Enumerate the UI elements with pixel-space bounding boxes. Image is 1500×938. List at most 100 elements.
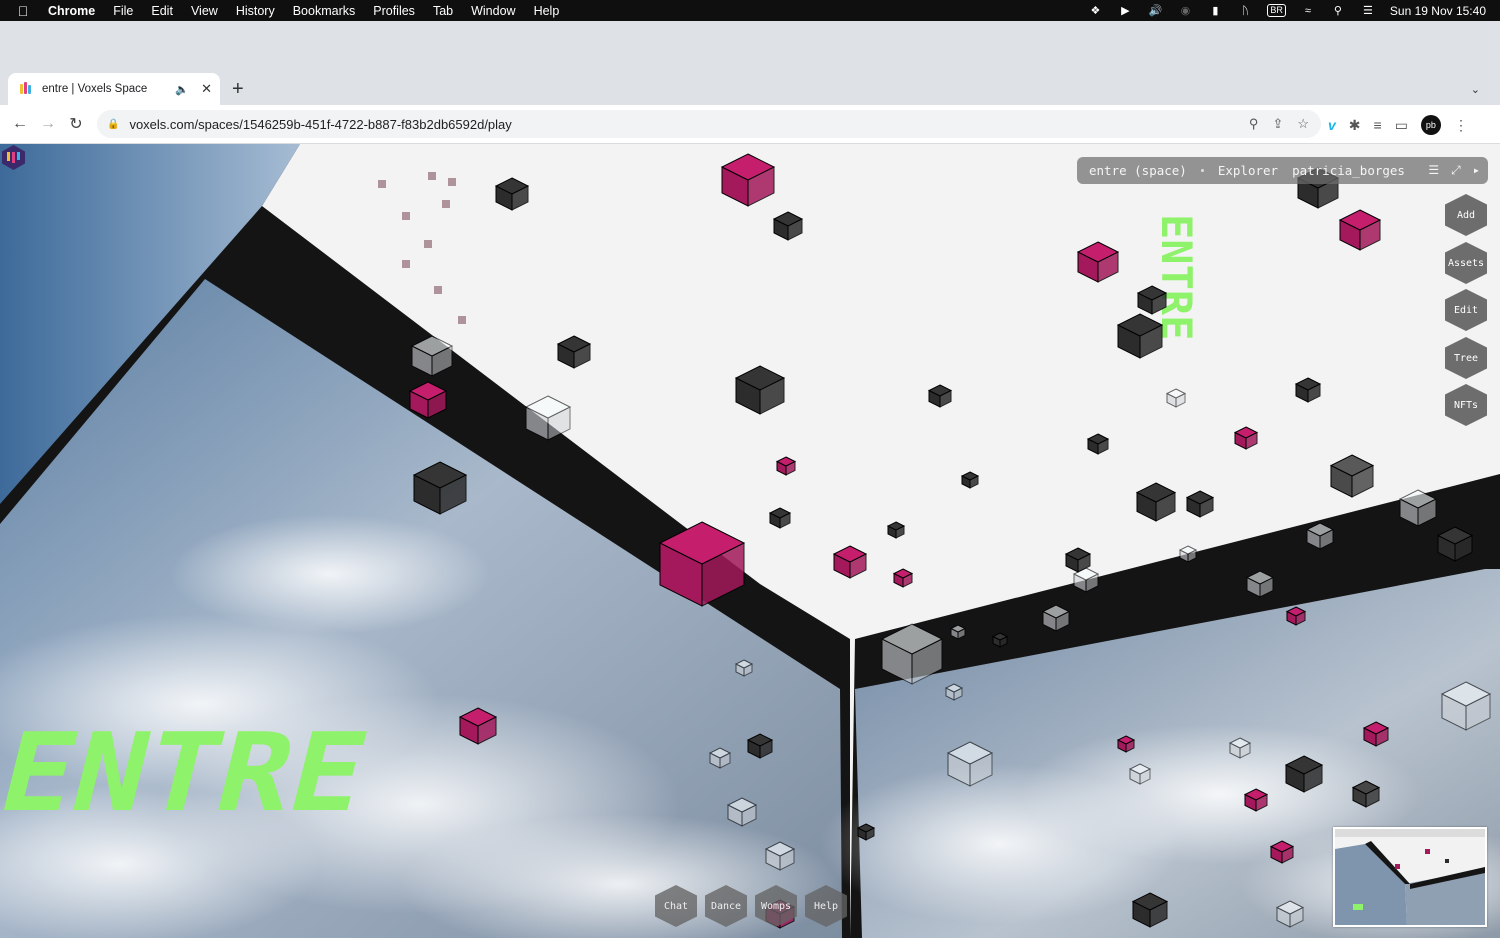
battery-icon[interactable]: ▮ — [1207, 5, 1223, 17]
ghost-cube[interactable] — [944, 683, 964, 701]
menu-app-name[interactable]: Chrome — [46, 4, 104, 18]
zoom-icon[interactable]: ⚲ — [1249, 116, 1259, 132]
forward-arrow-icon[interactable]: → — [34, 115, 62, 133]
ghost-cube[interactable] — [1128, 763, 1152, 785]
voxel-cube[interactable] — [856, 823, 876, 841]
particle — [434, 286, 442, 294]
settings-sliders-icon[interactable]: ☰ — [1428, 163, 1439, 178]
menu-help[interactable]: Help — [525, 4, 569, 18]
particle — [424, 240, 432, 248]
sign-entre-ceiling: ENTRE — [1152, 214, 1201, 340]
tab-title: entre | Voxels Space — [42, 83, 148, 95]
extensions-area: v ✱ ≡ ▭ pb ⋮ — [1328, 115, 1468, 135]
voxel-cube[interactable] — [1116, 735, 1136, 753]
menubar-status-area: ❖ ▶ 🔊 ◉ ▮ ᚢ BR ≈ ⚲ ☰ Sun 19 Nov 15:40 — [1087, 0, 1486, 21]
voxel-cube[interactable] — [892, 568, 914, 588]
particle — [448, 178, 456, 186]
bluetooth-icon[interactable]: ᚢ — [1237, 5, 1253, 17]
menubar-clock[interactable]: Sun 19 Nov 15:40 — [1390, 4, 1486, 18]
chat-button[interactable]: Chat — [655, 885, 697, 927]
voxel-cube[interactable] — [1086, 433, 1110, 455]
volume-icon[interactable]: 🔊 — [1147, 5, 1163, 17]
particle — [402, 212, 410, 220]
particle — [402, 260, 410, 268]
sign-entre-left: ENTRE — [0, 711, 380, 836]
menu-history[interactable]: History — [227, 4, 284, 18]
menu-bookmarks[interactable]: Bookmarks — [284, 4, 365, 18]
voxel-cube[interactable] — [775, 456, 797, 476]
fullscreen-icon[interactable]: ⤢ — [1451, 163, 1461, 178]
voxels-3d-viewport[interactable]: ENTRE ENTRE entre (space) Explorer patri… — [0, 144, 1500, 938]
puzzle-extensions-icon[interactable]: ✱ — [1349, 117, 1361, 134]
menu-window[interactable]: Window — [462, 4, 524, 18]
voxels-logo-icon[interactable] — [0, 144, 27, 171]
menu-file[interactable]: File — [104, 4, 142, 18]
tab-audio-icon[interactable]: 🔈 — [175, 83, 189, 96]
play-icon[interactable]: ▶ — [1117, 5, 1133, 17]
tab-search-chevron-icon[interactable]: ⌄ — [1471, 83, 1480, 96]
owner-name[interactable]: patricia_borges — [1292, 163, 1405, 178]
voxel-cube[interactable] — [960, 471, 980, 489]
voxel-cube[interactable] — [1269, 840, 1295, 864]
space-name[interactable]: entre (space) — [1089, 163, 1187, 178]
dropbox-icon[interactable]: ❖ — [1087, 5, 1103, 17]
help-button[interactable]: Help — [805, 885, 847, 927]
back-arrow-icon[interactable]: ← — [6, 115, 34, 133]
voxel-cube[interactable] — [886, 521, 906, 539]
ghost-cube[interactable] — [708, 747, 732, 769]
voxel-cube[interactable] — [768, 507, 792, 529]
browser-toolbar: ← → ↻ 🔒 voxels.com/spaces/1546259b-451f-… — [0, 105, 1500, 144]
particle — [458, 316, 466, 324]
ghost-cube[interactable] — [1228, 737, 1252, 759]
womps-button[interactable]: Womps — [755, 885, 797, 927]
ghost-cube[interactable] — [1165, 388, 1187, 408]
ghost-cube[interactable] — [734, 659, 754, 677]
ghost-cube[interactable] — [949, 624, 967, 640]
control-center-icon[interactable]: ☰ — [1360, 5, 1376, 17]
tab-close-icon[interactable]: ✕ — [201, 81, 212, 97]
voxel-cube[interactable] — [1243, 788, 1269, 812]
minimap-thumbnail — [1335, 829, 1485, 925]
input-source-badge[interactable]: BR — [1267, 4, 1286, 17]
voxels-favicon-icon — [20, 82, 34, 96]
side-panel-icon[interactable]: ▭ — [1395, 117, 1408, 134]
vimeo-extension-icon[interactable]: v — [1328, 117, 1336, 133]
dance-button[interactable]: Dance — [705, 885, 747, 927]
menu-view[interactable]: View — [182, 4, 227, 18]
apple-icon[interactable]:  — [0, 3, 46, 19]
separator-dot — [1200, 169, 1204, 172]
particle — [378, 180, 386, 188]
minimap-preview[interactable] — [1333, 827, 1487, 927]
browser-tab-active[interactable]: entre | Voxels Space 🔈 ✕ — [8, 73, 220, 105]
ghost-cube[interactable] — [1178, 545, 1198, 563]
reading-list-icon[interactable]: ≡ — [1374, 117, 1382, 133]
bookmark-star-icon[interactable]: ☆ — [1297, 116, 1309, 132]
voxel-cube[interactable] — [1233, 426, 1259, 450]
voxel-cube[interactable] — [991, 632, 1009, 648]
voxel-cube[interactable] — [1285, 606, 1307, 626]
spotlight-search-icon[interactable]: ⚲ — [1330, 5, 1346, 17]
scene-canvas[interactable]: ENTRE ENTRE — [0, 144, 1500, 938]
voxel-cube[interactable] — [927, 384, 953, 408]
browser-tab-strip: entre | Voxels Space 🔈 ✕ + ⌄ — [0, 21, 1500, 105]
menu-edit[interactable]: Edit — [142, 4, 182, 18]
share-icon[interactable]: ⇪ — [1272, 116, 1283, 132]
bottom-action-bar: Chat Dance Womps Help — [655, 885, 847, 927]
wifi-icon[interactable]: ≈ — [1300, 5, 1316, 17]
airdrop-icon[interactable]: ◉ — [1177, 5, 1193, 17]
explorer-link[interactable]: Explorer — [1218, 163, 1278, 178]
lock-icon[interactable]: 🔒 — [107, 119, 119, 130]
profile-avatar[interactable]: pb — [1420, 115, 1441, 135]
menu-profiles[interactable]: Profiles — [364, 4, 424, 18]
chrome-menu-icon[interactable]: ⋮ — [1454, 117, 1468, 134]
particle — [442, 200, 450, 208]
reload-icon[interactable]: ↻ — [62, 114, 90, 134]
menu-tab[interactable]: Tab — [424, 4, 462, 18]
address-url[interactable]: voxels.com/spaces/1546259b-451f-4722-b88… — [129, 117, 511, 132]
macos-menubar:  Chrome File Edit View History Bookmark… — [0, 0, 1500, 21]
space-info-bar: entre (space) Explorer patricia_borges ☰… — [1077, 157, 1488, 184]
collapse-arrow-icon[interactable]: ▸ — [1473, 163, 1480, 178]
particle — [428, 172, 436, 180]
new-tab-button[interactable]: + — [232, 79, 244, 99]
address-bar[interactable]: 🔒 voxels.com/spaces/1546259b-451f-4722-b… — [97, 110, 1321, 138]
